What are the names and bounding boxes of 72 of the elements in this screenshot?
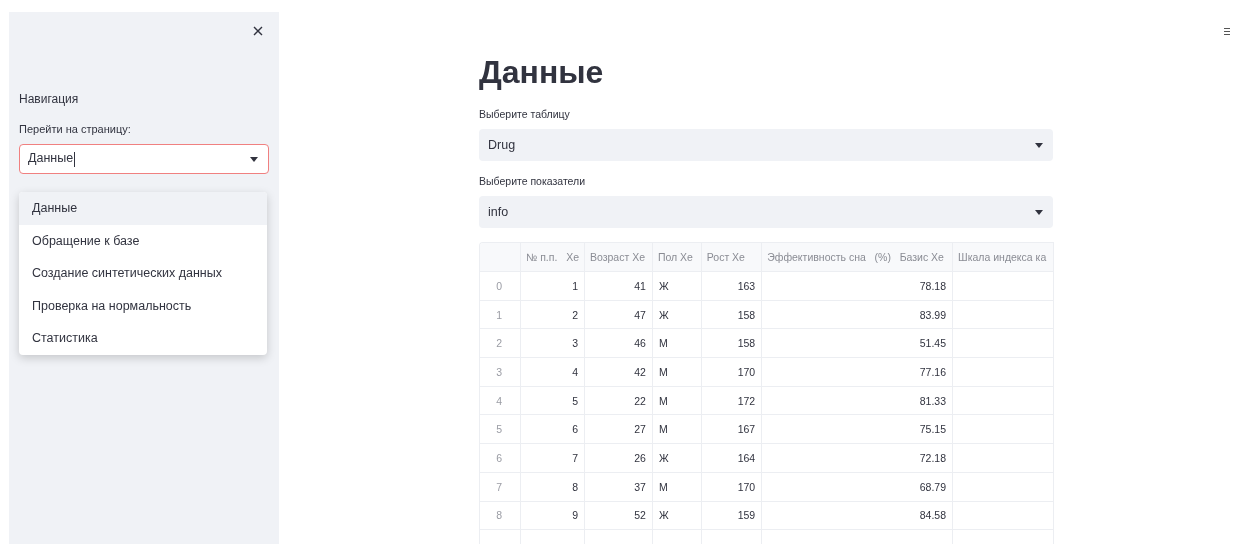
table-cell: 27: [584, 414, 653, 444]
table-cell: 170: [701, 472, 762, 501]
table-cell: 84.58: [761, 501, 953, 530]
menu-option[interactable]: Создание синтетических данных: [19, 257, 267, 290]
row-index: 0: [480, 271, 521, 301]
table-cell: 42: [584, 357, 653, 387]
table-cell: 8: [520, 472, 585, 501]
menu-option[interactable]: Данные: [19, 192, 267, 225]
table-cell: Ж: [652, 300, 702, 329]
table-cell: 158: [701, 300, 762, 329]
field-label: Выберите таблицу: [479, 108, 571, 120]
row-index: 8: [480, 501, 521, 530]
table-cell: 47: [584, 300, 653, 329]
row-index: 3: [480, 357, 521, 387]
row-index: 6: [480, 443, 521, 473]
dropdown-arrow-icon: [1035, 209, 1043, 215]
row-index: 2: [480, 328, 521, 358]
table-cell: Ж: [652, 443, 702, 473]
field-label: Выберите показатели: [479, 175, 587, 187]
table-cell: 5: [520, 386, 585, 415]
table-cell: 52: [584, 501, 653, 530]
table-cell: 68.79: [761, 472, 953, 501]
table-cell: 170: [701, 357, 762, 387]
row-index: 4: [480, 386, 521, 415]
menu-option[interactable]: Обращение к базе: [19, 224, 267, 257]
table-cell: 4: [520, 357, 585, 387]
table-cell: 167: [701, 414, 762, 444]
dropdown-arrow-icon: [1035, 142, 1043, 148]
field-label: Перейти на страницу:: [19, 123, 132, 135]
menu-icon[interactable]: [1224, 28, 1230, 35]
table-cell: Ж: [652, 271, 702, 301]
table-cell: 1: [520, 271, 585, 301]
sidebar-heading: Навигация: [19, 92, 80, 106]
table-cell: 26: [584, 443, 653, 473]
table-cell: М: [652, 386, 702, 415]
table-cell: 81.33: [761, 386, 953, 415]
table-cell: М: [652, 328, 702, 358]
table-cell: 9: [520, 501, 585, 530]
close-icon: [253, 26, 263, 36]
table-cell: 37: [584, 472, 653, 501]
row-index: 1: [480, 300, 521, 329]
table-cell: 164: [701, 443, 762, 473]
table-cell: 2: [520, 300, 585, 329]
table-cell: 72.18: [761, 443, 953, 473]
table-cell: 78.18: [761, 271, 953, 301]
table-cell: 22: [584, 386, 653, 415]
select-field[interactable]: info: [479, 196, 1053, 228]
table-cell: 163: [701, 271, 762, 301]
row-index: 7: [480, 472, 521, 501]
select-field[interactable]: Drug: [479, 129, 1053, 161]
table-cell: 3: [520, 328, 585, 358]
page-title: Данные: [479, 53, 605, 92]
table-cell: 7: [520, 443, 585, 473]
table-cell: 172: [701, 386, 762, 415]
page-select[interactable]: Данные: [19, 144, 269, 174]
table-cell: 51.45: [761, 328, 953, 358]
table-cell: 158: [701, 328, 762, 358]
row-index: 5: [480, 414, 521, 444]
table-cell: 83.99: [761, 300, 953, 329]
table-cell: М: [652, 472, 702, 501]
table-cell: 41: [584, 271, 653, 301]
dropdown-arrow-icon: [250, 156, 258, 162]
table-cell: 77.16: [761, 357, 953, 387]
table-cell: Ж: [652, 501, 702, 530]
table-cell: 159: [701, 501, 762, 530]
table-cell: 75.15: [761, 414, 953, 444]
table-cell: М: [652, 357, 702, 387]
table-cell: 46: [584, 328, 653, 358]
menu-option[interactable]: Проверка на нормальность: [19, 289, 267, 322]
menu-option[interactable]: Статистика: [19, 322, 267, 355]
table-cell: М: [652, 414, 702, 444]
table-cell: 6: [520, 414, 585, 444]
